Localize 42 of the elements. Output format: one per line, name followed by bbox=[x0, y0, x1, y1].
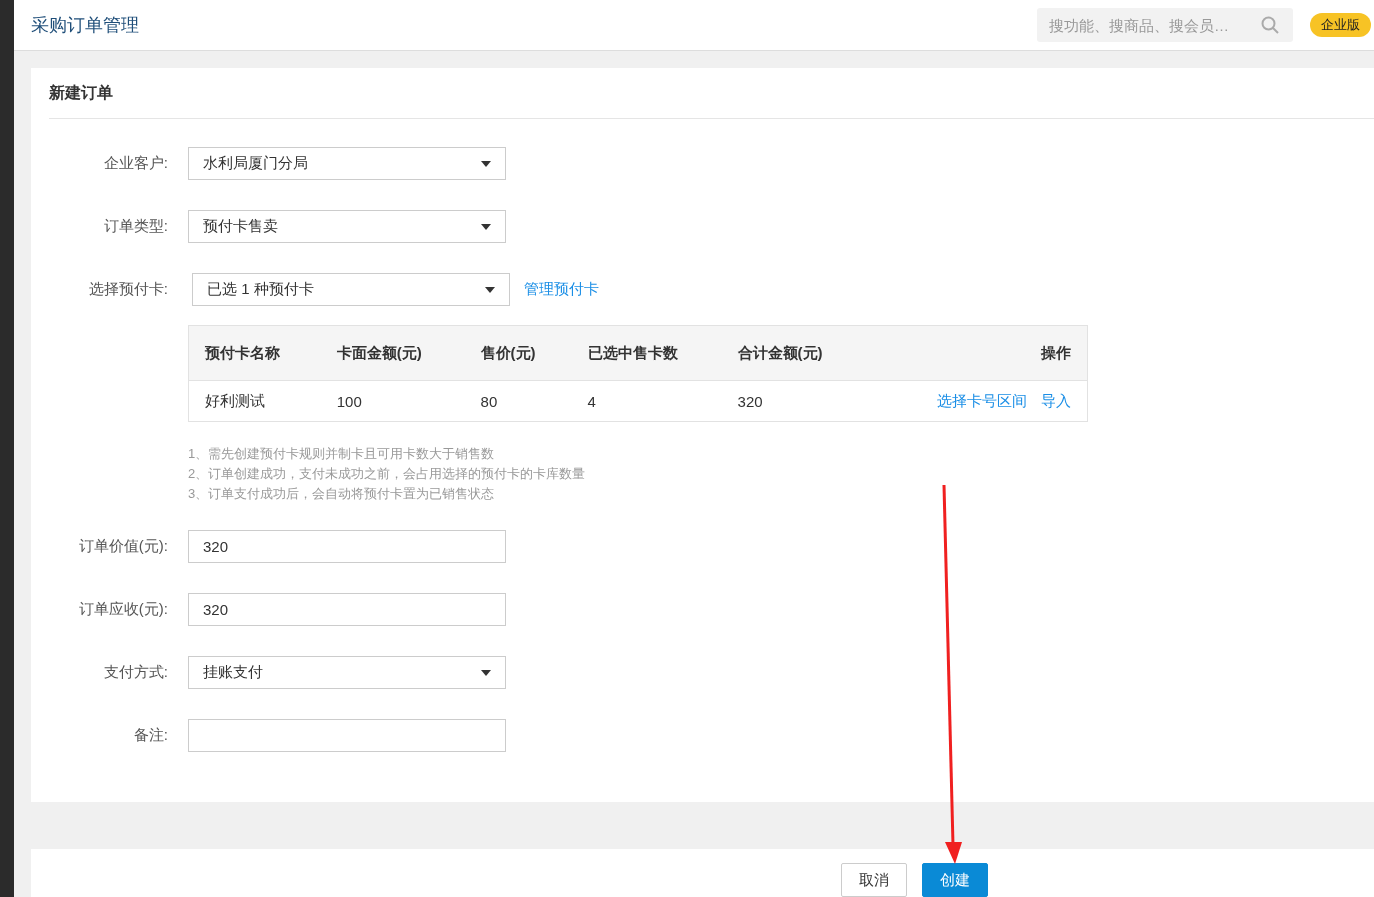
field-label: 选择预付卡: bbox=[87, 280, 168, 299]
search-field[interactable]: 搜功能、搜商品、搜会员… bbox=[1037, 8, 1293, 42]
column-header: 预付卡名称 bbox=[188, 325, 321, 381]
field-label: 订单价值(元): bbox=[77, 537, 168, 556]
select-field[interactable]: 挂账支付 bbox=[188, 656, 506, 689]
column-header: 合计金额(元) bbox=[721, 325, 866, 381]
field-label: 支付方式: bbox=[102, 663, 168, 682]
edition-badge[interactable]: 企业版 bbox=[1310, 13, 1371, 37]
select-field[interactable]: 水利局厦门分局 bbox=[188, 147, 506, 180]
select-field[interactable]: 已选 1 种预付卡 bbox=[192, 273, 510, 306]
caret-icon bbox=[481, 160, 491, 167]
input-field[interactable]: 320 bbox=[188, 593, 506, 626]
action-link[interactable]: 选择卡号区间 bbox=[937, 391, 1027, 409]
column-header: 操作 bbox=[865, 325, 1088, 381]
column-header: 卡面金额(元) bbox=[320, 325, 465, 381]
manage-link[interactable]: 管理预付卡 bbox=[524, 280, 599, 299]
table-cell: 80 bbox=[464, 380, 572, 422]
cancel-button[interactable]: 取消 bbox=[841, 863, 907, 897]
column-header: 已选中售卡数 bbox=[571, 325, 722, 381]
table-cell: 4 bbox=[571, 380, 722, 422]
caret-icon bbox=[481, 669, 491, 676]
page-title: 采购订单管理 bbox=[31, 14, 140, 37]
action-link[interactable]: 导入 bbox=[1041, 391, 1071, 409]
caret-icon bbox=[485, 286, 495, 293]
table-cell: 320 bbox=[721, 380, 866, 422]
select-field[interactable]: 预付卡售卖 bbox=[188, 210, 506, 243]
create-button[interactable]: 创建 bbox=[922, 863, 988, 897]
note-text: 1、需先创建预付卡规则并制卡且可用卡数大于销售数 bbox=[188, 445, 496, 463]
input-field[interactable]: 320 bbox=[188, 530, 506, 563]
field-label: 订单应收(元): bbox=[77, 600, 168, 619]
note-text: 2、订单创建成功，支付未成功之前，会占用选择的预付卡的卡库数量 bbox=[188, 465, 587, 483]
field-label: 备注: bbox=[132, 726, 168, 745]
input-field[interactable] bbox=[188, 719, 506, 752]
field-label: 企业客户: bbox=[102, 154, 168, 173]
table-cell: 100 bbox=[320, 380, 465, 422]
note-text: 3、订单支付成功后，会自动将预付卡置为已销售状态 bbox=[188, 485, 496, 503]
table-cell: 好利测试 bbox=[188, 380, 321, 422]
form-title: 新建订单 bbox=[49, 82, 113, 103]
caret-icon bbox=[481, 223, 491, 230]
search-icon bbox=[1261, 16, 1279, 34]
column-header: 售价(元) bbox=[464, 325, 572, 381]
field-label: 订单类型: bbox=[102, 217, 168, 236]
